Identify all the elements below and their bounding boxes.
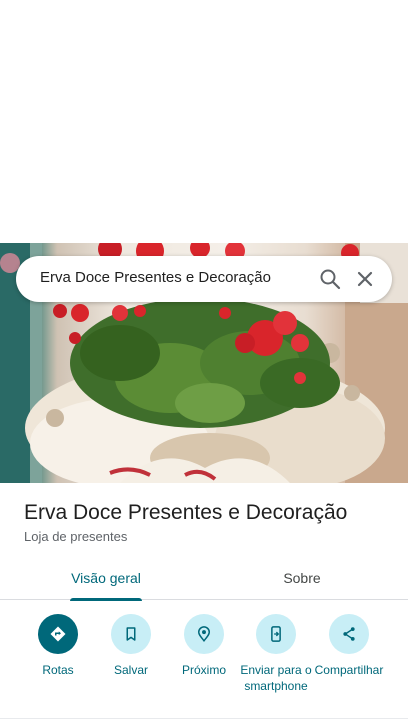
nearby-icon <box>197 626 211 642</box>
share-button-circle[interactable] <box>329 614 369 654</box>
send-to-phone-button-circle[interactable] <box>256 614 296 654</box>
send-to-phone-label: Enviar para o smartphone <box>240 663 312 693</box>
search-icon[interactable] <box>318 267 342 291</box>
nearby-button-circle[interactable] <box>184 614 224 654</box>
directions-label: Rotas <box>42 663 74 677</box>
tab-overview-label: Visão geral <box>71 570 141 586</box>
tab-overview[interactable]: Visão geral <box>38 556 174 601</box>
place-title: Erva Doce Presentes e Decoração <box>24 501 348 524</box>
bookmark-icon <box>126 627 136 641</box>
directions-icon <box>50 626 66 642</box>
nearby-label: Próximo <box>181 663 226 677</box>
close-icon[interactable] <box>353 267 377 291</box>
share-button[interactable]: Compartilhar <box>311 614 387 678</box>
divider <box>0 718 408 719</box>
tab-about[interactable]: Sobre <box>234 556 370 600</box>
place-tabs: Visão geral Sobre <box>0 556 408 601</box>
send-to-phone-button[interactable]: Enviar para o smartphone <box>238 614 314 694</box>
save-label: Salvar <box>113 663 148 677</box>
directions-button-circle[interactable] <box>38 614 78 654</box>
directions-button[interactable]: Rotas <box>20 614 96 678</box>
save-button[interactable]: Salvar <box>93 614 169 678</box>
nearby-button[interactable]: Próximo <box>166 614 242 678</box>
send-to-phone-icon <box>271 626 281 642</box>
action-bar: Rotas Salvar Próximo Enviar para o smart… <box>0 600 408 726</box>
share-icon <box>343 627 355 641</box>
share-label: Compartilhar <box>314 663 384 677</box>
search-bar[interactable]: Erva Doce Presentes e Decoração <box>16 256 392 302</box>
search-input[interactable]: Erva Doce Presentes e Decoração <box>40 269 271 286</box>
save-button-circle[interactable] <box>111 614 151 654</box>
tab-about-label: Sobre <box>283 570 321 586</box>
place-category[interactable]: Loja de presentes <box>24 529 127 544</box>
